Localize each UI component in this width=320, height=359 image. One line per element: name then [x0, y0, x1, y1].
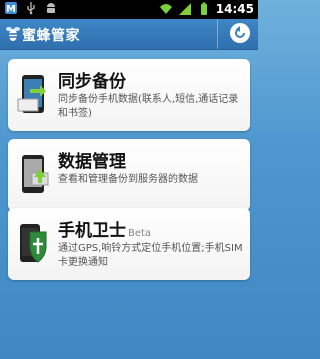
- signal-icon: [178, 3, 191, 15]
- back-button[interactable]: [230, 23, 250, 43]
- wifi-icon: [159, 4, 172, 14]
- title-bar: 蜜蜂管家: [0, 19, 258, 50]
- usb-icon: [27, 2, 35, 15]
- card-title: 数据管理: [58, 152, 126, 172]
- refresh-back-icon: [235, 26, 245, 38]
- phone-shield-icon: [20, 224, 47, 263]
- svg-text:M: M: [6, 4, 16, 15]
- card-description: 通过GPS,响铃方式定位手机位置;手机SIM卡更换通知: [58, 243, 243, 268]
- card-data-management[interactable]: 数据管理 查看和管理备份到服务器的数据: [8, 139, 250, 211]
- phone-manage-icon: [22, 155, 49, 193]
- status-time: 14:45: [215, 2, 254, 16]
- app-title: 蜜蜂管家: [22, 28, 80, 44]
- beta-badge: Beta: [128, 228, 152, 239]
- phone-sync-icon: [17, 75, 46, 113]
- battery-icon: [200, 2, 207, 15]
- app-notification-icon: M: [5, 2, 17, 15]
- card-description: 查看和管理备份到服务器的数据: [58, 174, 198, 185]
- card-title: 手机卫士 Beta: [58, 216, 151, 241]
- card-title-text: 手机卫士: [58, 221, 126, 241]
- card-description: 同步备份手机数据(联系人,短信,通话记录和书签): [58, 94, 239, 119]
- bee-logo-icon: [6, 27, 20, 41]
- android-debug-icon: [47, 3, 55, 13]
- card-title: 同步备份: [58, 72, 126, 92]
- card-sync-backup[interactable]: 同步备份 同步备份手机数据(联系人,短信,通话记录和书签): [8, 59, 250, 131]
- card-phone-guard[interactable]: 手机卫士 Beta 通过GPS,响铃方式定位手机位置;手机SIM卡更换通知: [8, 208, 250, 280]
- back-button-area[interactable]: [217, 19, 258, 49]
- status-bar: M 14:45: [0, 0, 258, 19]
